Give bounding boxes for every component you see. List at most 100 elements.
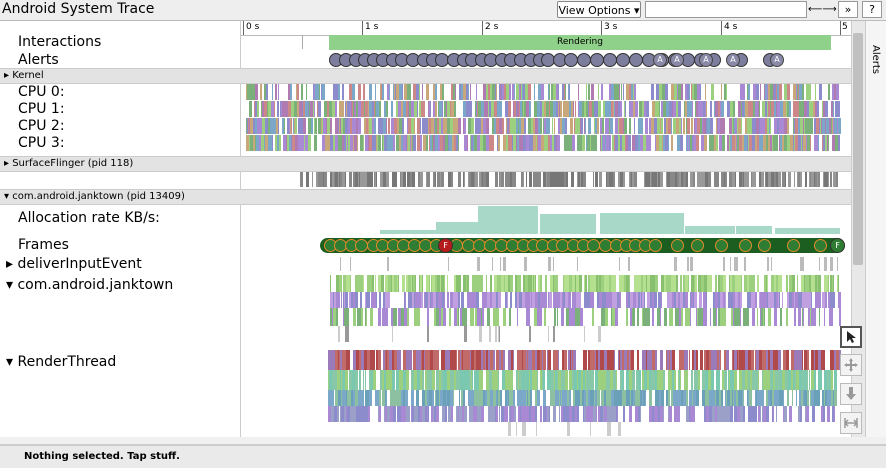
cpu-slice[interactable]	[272, 84, 273, 100]
cpu-slice[interactable]	[540, 118, 542, 134]
surfaceflinger-slice[interactable]	[395, 172, 397, 187]
cpu-slice[interactable]	[721, 84, 722, 100]
cpu-slice[interactable]	[573, 101, 574, 117]
cpu-slice[interactable]	[422, 84, 423, 100]
janktown-slice[interactable]	[366, 308, 367, 326]
deliver-input-slice[interactable]	[723, 257, 725, 271]
renderthread-slice[interactable]	[762, 390, 764, 406]
renderthread-slice[interactable]	[792, 390, 793, 406]
renderthread-slice[interactable]	[720, 350, 721, 370]
renderthread-slice[interactable]	[496, 406, 498, 422]
cpu-slice[interactable]	[336, 101, 337, 117]
janktown-slice[interactable]	[554, 308, 556, 326]
cpu-slice[interactable]	[554, 118, 555, 134]
renderthread-slice[interactable]	[530, 390, 532, 406]
renderthread-slice[interactable]	[586, 350, 587, 370]
cpu-slice[interactable]	[501, 101, 502, 117]
frame-badge[interactable]: F	[830, 238, 845, 253]
renderthread-slice[interactable]	[592, 370, 594, 390]
renderthread-slice[interactable]	[409, 350, 412, 370]
janktown-slice[interactable]	[336, 308, 338, 326]
renderthread-slice[interactable]	[800, 406, 802, 422]
cpu-slice[interactable]	[825, 101, 828, 117]
janktown-slice[interactable]	[598, 326, 601, 342]
cpu-slice[interactable]	[588, 84, 590, 100]
cpu-slice[interactable]	[426, 84, 429, 100]
deliver-input-slice[interactable]	[730, 257, 731, 271]
cpu-slice[interactable]	[819, 84, 822, 100]
janktown-slice[interactable]	[748, 308, 749, 326]
renderthread-slice[interactable]	[573, 350, 576, 370]
cpu-slice[interactable]	[748, 84, 750, 100]
cpu-slice[interactable]	[710, 118, 713, 134]
surfaceflinger-slice[interactable]	[725, 172, 727, 187]
renderthread-slice[interactable]	[776, 406, 777, 422]
cpu-slice[interactable]	[442, 84, 444, 100]
renderthread-slice[interactable]	[453, 390, 454, 406]
surfaceflinger-slice[interactable]	[583, 172, 586, 187]
janktown-slice[interactable]	[626, 308, 628, 326]
cpu-slice[interactable]	[486, 118, 489, 134]
renderthread-slice[interactable]	[812, 406, 815, 422]
renderthread-slice[interactable]	[500, 390, 502, 406]
select-cursor-icon[interactable]	[840, 326, 862, 348]
renderthread-slice[interactable]	[685, 350, 688, 370]
renderthread-slice[interactable]	[827, 406, 830, 422]
janktown-slice[interactable]	[652, 308, 654, 326]
renderthread-slice[interactable]	[680, 370, 681, 390]
cpu-slice[interactable]	[818, 135, 819, 151]
surfaceflinger-slice[interactable]	[828, 172, 829, 187]
renderthread-slice[interactable]	[719, 370, 720, 390]
janktown-slice[interactable]	[422, 275, 423, 292]
alloc-rate-bar[interactable]	[540, 214, 596, 234]
janktown-slice[interactable]	[529, 326, 531, 342]
renderthread-slice[interactable]	[499, 406, 500, 422]
surfaceflinger-slice[interactable]	[785, 172, 786, 187]
renderthread-slice[interactable]	[623, 406, 625, 422]
surfaceflinger-slice[interactable]	[475, 172, 478, 187]
frame-marker[interactable]	[813, 239, 827, 252]
renderthread-slice[interactable]	[823, 406, 825, 422]
cpu-slice[interactable]	[257, 101, 259, 117]
renderthread-slice[interactable]	[564, 350, 567, 370]
cpu-slice[interactable]	[628, 135, 631, 151]
janktown-slice[interactable]	[619, 292, 621, 308]
janktown-slice[interactable]	[632, 308, 635, 326]
renderthread-slice[interactable]	[617, 406, 618, 422]
cpu-slice[interactable]	[705, 84, 706, 100]
janktown-slice[interactable]	[585, 275, 587, 292]
cpu-slice[interactable]	[272, 135, 273, 151]
janktown-slice[interactable]	[380, 292, 381, 308]
janktown-slice[interactable]	[427, 308, 429, 326]
renderthread-slice[interactable]	[756, 406, 757, 422]
cpu-slice[interactable]	[391, 101, 393, 117]
janktown-slice[interactable]	[695, 275, 697, 292]
surfaceflinger-slice[interactable]	[788, 172, 791, 187]
renderthread-slice[interactable]	[824, 350, 825, 370]
cpu-slice[interactable]	[681, 84, 683, 100]
cpu-slice[interactable]	[760, 84, 761, 100]
renderthread-slice[interactable]	[724, 370, 727, 390]
janktown-slice[interactable]	[615, 275, 616, 292]
renderthread-slice[interactable]	[773, 406, 774, 422]
renderthread-slice[interactable]	[698, 370, 700, 390]
janktown-slice[interactable]	[798, 308, 801, 326]
cpu-slice[interactable]	[476, 84, 477, 100]
cpu-slice[interactable]	[645, 118, 648, 134]
renderthread-slice[interactable]	[535, 406, 537, 422]
janktown-slice[interactable]	[694, 292, 697, 308]
cpu-slice[interactable]	[565, 84, 566, 100]
surfaceflinger-slice[interactable]	[523, 172, 524, 187]
cpu-slice[interactable]	[420, 135, 422, 151]
cpu-slice[interactable]	[557, 135, 560, 151]
cpu-slice[interactable]	[338, 84, 340, 100]
janktown-slice[interactable]	[832, 308, 833, 326]
cpu-slice[interactable]	[591, 84, 594, 100]
janktown-slice[interactable]	[655, 275, 658, 292]
renderthread-slice[interactable]	[744, 406, 745, 422]
renderthread-slice[interactable]	[696, 390, 699, 406]
cpu-slice[interactable]	[458, 118, 461, 134]
frame-marker[interactable]	[738, 239, 752, 252]
cpu-slice[interactable]	[358, 84, 361, 100]
surfaceflinger-slice[interactable]	[501, 172, 504, 187]
